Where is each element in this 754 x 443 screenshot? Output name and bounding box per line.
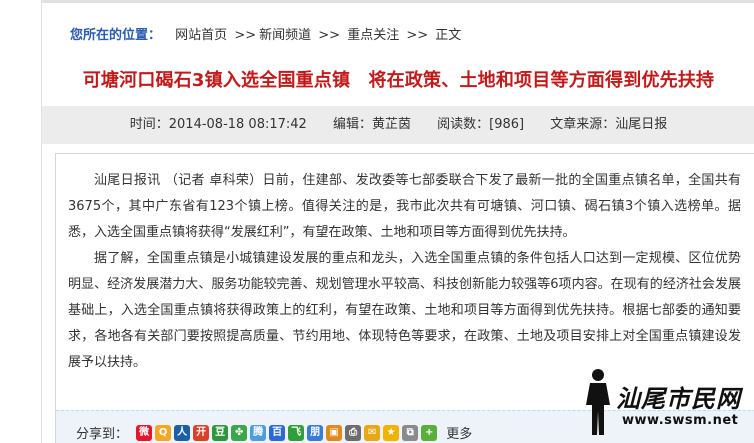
- article-body: 汕尾日报讯 （记者 卓科荣）日前，住建部、发改委等七部委联合下发了最新一批的全国…: [56, 154, 754, 376]
- breadcrumb-news-link[interactable]: 新闻频道: [259, 28, 311, 43]
- share-more-link[interactable]: 更多: [446, 427, 472, 442]
- breadcrumb-separator: >>: [406, 28, 429, 43]
- breadcrumb-home-link[interactable]: 网站首页: [175, 28, 227, 43]
- share-copy-icon[interactable]: ⧉: [402, 424, 419, 441]
- share-weibo-icon[interactable]: 微: [136, 424, 153, 441]
- share-kaixin-icon[interactable]: 开: [193, 424, 210, 441]
- breadcrumb-separator: >>: [234, 28, 257, 43]
- share-box-icon[interactable]: ▣: [326, 424, 343, 441]
- share-email-icon[interactable]: ✉: [364, 424, 381, 441]
- share-clover-icon[interactable]: ✤: [231, 424, 248, 441]
- share-baidu-icon[interactable]: 百: [269, 424, 286, 441]
- article-source: 文章来源：汕尾日报: [550, 117, 668, 132]
- view-count: 阅读数：[986]: [437, 117, 525, 132]
- share-feixin-icon[interactable]: 飞: [288, 424, 305, 441]
- share-favorite-icon[interactable]: ★: [383, 424, 400, 441]
- editor-name: 编辑：黄芷茵: [332, 117, 411, 132]
- share-print-icon[interactable]: ⎙: [345, 424, 362, 441]
- breadcrumb-separator: >>: [318, 28, 341, 43]
- share-renren-icon[interactable]: 人: [174, 424, 191, 441]
- share-qzone-icon[interactable]: Q: [155, 424, 172, 441]
- watermark-figure-icon: [586, 369, 610, 435]
- share-tencent-weibo-icon[interactable]: 腾: [250, 424, 267, 441]
- share-more-icon[interactable]: +: [421, 424, 438, 441]
- article-paragraph: 据了解，全国重点镇是小城镇建设发展的重点和龙头，入选全国重点镇的条件包括人口达到…: [68, 251, 741, 370]
- share-label: 分享到：: [76, 427, 129, 442]
- share-pengyou-icon[interactable]: 朋: [307, 424, 324, 441]
- article-meta-bar: 时间：2014-08-18 08:17:42 编辑：黄芷茵 阅读数：[986] …: [42, 106, 754, 144]
- share-icon-group: 微 Q 人开豆 ✤ 腾百飞朋 ▣ ⎙ ✉ ★ ⧉ +: [136, 424, 440, 441]
- breadcrumb-lead: 您所在的位置：: [70, 28, 162, 43]
- watermark-url: www.swsm.net: [622, 413, 739, 428]
- watermark-logo-text: 汕尾市民网: [616, 384, 741, 413]
- publish-time: 时间：2014-08-18 08:17:42: [129, 117, 307, 132]
- share-douban-icon[interactable]: 豆: [212, 424, 229, 441]
- article-headline: 可塘河口碣石3镇入选全国重点镇 将在政策、土地和项目等方面得到优先扶持: [82, 70, 715, 91]
- breadcrumb-current: 正文: [435, 28, 462, 43]
- article-paragraph: 汕尾日报讯 （记者 卓科荣）日前，住建部、发改委等七部委联合下发了最新一批的全国…: [68, 173, 741, 240]
- top-divider: [42, 0, 754, 3]
- site-watermark: 汕尾市民网 www.swsm.net: [580, 363, 750, 441]
- breadcrumb: 您所在的位置： 网站首页 >> 新闻频道 >> 重点关注 >> 正文: [70, 24, 461, 43]
- breadcrumb-focus-link[interactable]: 重点关注: [347, 28, 399, 43]
